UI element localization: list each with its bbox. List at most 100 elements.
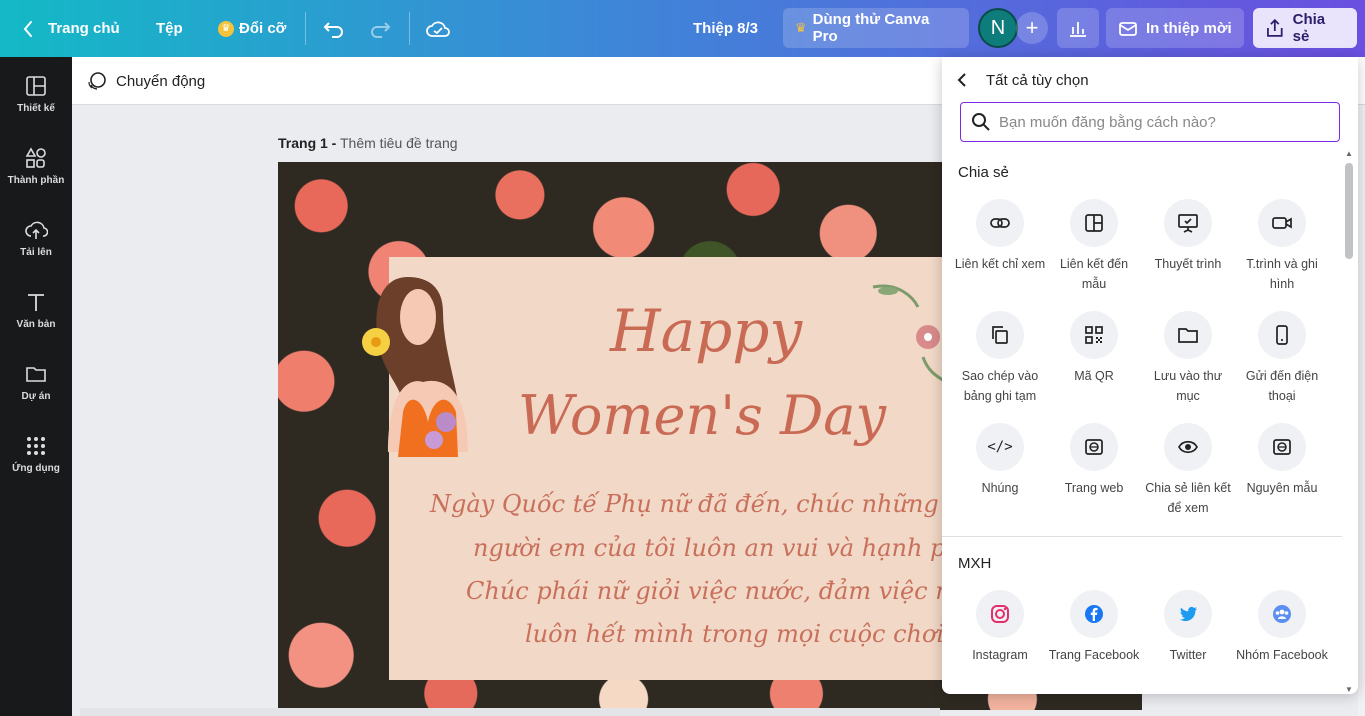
card-heading-happy: Happy [610,297,803,365]
sidebar-item-apps[interactable]: Ứng dụng [0,435,72,499]
section-divider [942,536,1342,537]
share-button[interactable]: Chia sẻ [1253,8,1357,48]
video-camera-icon [1272,217,1292,229]
text-icon [28,294,44,311]
sidebar-item-elements[interactable]: Thành phần [0,147,72,211]
floral-decoration [872,284,947,384]
document-title[interactable]: Thiệp 8/3 [693,0,758,57]
present-option[interactable]: Thuyết trình [1142,199,1234,274]
view-only-link-option[interactable]: Liên kết chỉ xem [954,199,1046,274]
facebook-page-option[interactable]: Trang Facebook [1048,590,1140,665]
copy-to-clipboard-option[interactable]: Sao chép vào bảng ghi tạm [954,311,1046,406]
instagram-option[interactable]: Instagram [954,590,1046,665]
card-message-line: luôn hết mình trong mọi cuộc chơi. [525,620,952,648]
option-label: Liên kết chỉ xem [954,257,1046,271]
resize-button[interactable]: ♛ Đổi cỡ [218,0,286,57]
share-label: Chia sẻ [1292,11,1326,45]
copy-icon [992,326,1008,344]
sidebar-item-label: Văn bản [16,319,56,330]
cloud-save-button[interactable] [426,0,450,57]
share-upload-icon [1267,18,1283,37]
folder-icon [1178,328,1198,343]
website-option[interactable]: Trang web [1048,423,1140,498]
phone-icon [1276,325,1288,345]
option-label: Instagram [972,648,1028,662]
sidebar-item-uploads[interactable]: Tải lên [0,219,72,283]
panel-header-title: Tất cả tùy chọn [986,71,1089,89]
share-search-box[interactable] [960,102,1340,142]
option-label: Nhóm Facebook [1236,648,1328,662]
scroll-down-arrow[interactable]: ▼ [1345,685,1353,694]
facebook-group-option[interactable]: Nhóm Facebook [1236,590,1328,665]
divider [409,12,410,45]
redo-button[interactable] [369,0,391,57]
embed-option[interactable]: </> Nhúng [954,423,1046,498]
social-section-title: MXH [958,555,992,572]
page-header: Trang 1 - Thêm tiêu đề trang [278,135,458,151]
try-pro-label: Dùng thử Canva Pro [812,11,930,45]
share-section-title: Chia sẻ [958,164,1009,181]
chevron-left-icon [23,20,32,37]
avatar[interactable]: N [978,8,1018,48]
crown-icon: ♛ [218,20,234,37]
panel-scrollbar[interactable]: ▲ ▼ [1342,149,1356,694]
option-label: Nguyên mẫu [1246,481,1318,495]
website-icon [1085,439,1103,455]
link-icon [990,218,1010,228]
option-label: Chia sẻ liên kết để xem [1145,481,1231,515]
option-label: Mã QR [1074,369,1114,383]
canvas-vertical-scrollbar[interactable] [1358,105,1365,716]
animate-button[interactable]: Chuyển động [86,57,205,105]
page-title-input[interactable]: Thêm tiêu đề trang [340,135,458,151]
divider [305,12,306,45]
sidebar-item-text[interactable]: Văn bản [0,291,72,355]
top-bar: Trang chủ Tệp ♛ Đổi cỡ Thiệp 8/3 ♛ Dùng … [0,0,1365,57]
share-view-link-option[interactable]: Chia sẻ liên kết để xem [1142,423,1234,518]
share-search-input[interactable] [999,113,1319,131]
card-message-line: Chúc phái nữ giỏi việc nước, đảm việc nh… [466,577,1002,605]
scroll-up-arrow[interactable]: ▲ [1345,149,1353,158]
card-message-line: Ngày Quốc tế Phụ nữ đã đến, chúc những n… [430,490,1015,518]
template-icon [1085,214,1103,232]
twitter-icon [1179,606,1197,622]
template-link-option[interactable]: Liên kết đến mẫu [1048,199,1140,294]
scrollbar-thumb[interactable] [1345,163,1353,259]
card-heading-womens-day: Women's Day [518,384,887,447]
horizontal-scrollbar[interactable] [80,708,940,716]
folder-icon [26,367,46,382]
option-label: Sao chép vào bảng ghi tạm [961,369,1039,403]
option-label: Gửi đến điện thoại [1245,369,1319,403]
invite-plus-button[interactable]: + [1016,12,1048,44]
option-label: Liên kết đến mẫu [1059,257,1129,291]
option-label: Twitter [1169,648,1207,662]
sidebar-item-label: Tải lên [20,247,52,258]
envelope-icon [1119,22,1137,36]
page-number-label: Trang 1 - [278,135,337,151]
crown-icon: ♛ [795,20,807,35]
layout-icon [26,76,46,96]
home-label: Trang chủ [48,20,120,37]
back-to-all-options-button[interactable]: Tất cả tùy chọn [956,69,1089,91]
sidebar-item-design[interactable]: Thiết kế [0,75,72,139]
file-menu-button[interactable]: Tệp [156,0,183,57]
insights-button[interactable] [1057,8,1099,48]
animation-icon [88,72,106,90]
twitter-option[interactable]: Twitter [1142,590,1234,665]
shapes-icon [25,147,46,168]
try-canva-pro-button[interactable]: ♛ Dùng thử Canva Pro [783,8,969,48]
save-to-folder-option[interactable]: Lưu vào thư mục [1142,311,1234,406]
undo-button[interactable] [323,0,345,57]
present-and-record-option[interactable]: T.trình và ghi hình [1236,199,1328,294]
qr-code-icon [1085,326,1103,344]
qr-code-option[interactable]: Mã QR [1048,311,1140,386]
option-label: T.trình và ghi hình [1246,257,1318,291]
sidebar-item-projects[interactable]: Dự án [0,363,72,427]
option-label: Nhúng [981,481,1019,495]
home-back-button[interactable]: Trang chủ [22,0,120,57]
eye-icon [1178,440,1198,454]
option-label: Trang web [1064,481,1124,495]
send-to-phone-option[interactable]: Gửi đến điện thoại [1236,311,1328,406]
resize-label: Đổi cỡ [239,20,287,37]
print-invitation-button[interactable]: In thiệp mời [1106,8,1244,48]
prototype-option[interactable]: Nguyên mẫu [1236,423,1328,498]
